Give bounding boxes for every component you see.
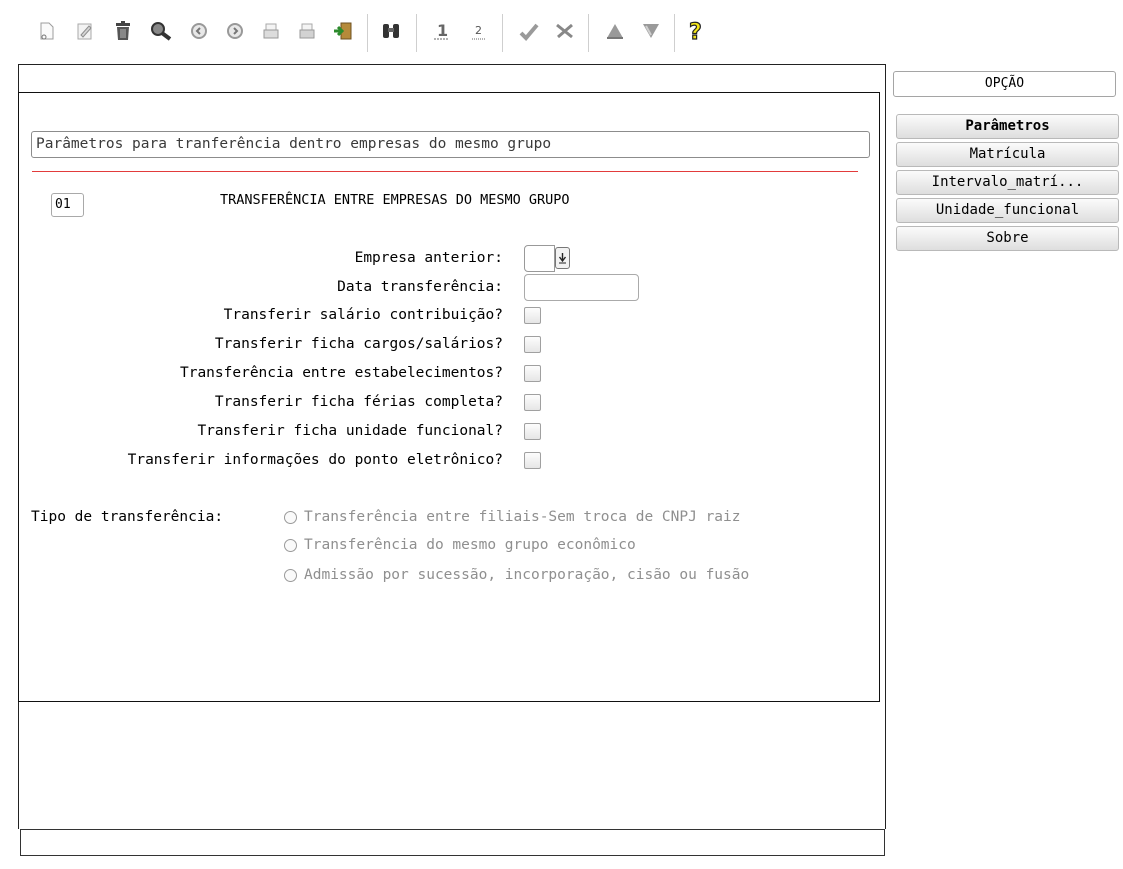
- salario-contribuicao-checkbox[interactable]: [524, 307, 541, 324]
- digit-one-icon[interactable]: 1: [426, 16, 456, 46]
- radio-label: Transferência entre filiais-Sem troca de…: [304, 509, 741, 525]
- triangle-up-icon[interactable]: [600, 16, 630, 46]
- sobre-button[interactable]: Sobre: [896, 226, 1119, 251]
- intervalo-matricula-button[interactable]: Intervalo_matrí...: [896, 170, 1119, 195]
- check-label: Transferir salário contribuição?: [223, 307, 503, 323]
- matricula-button[interactable]: Matrícula: [896, 142, 1119, 167]
- print-icon[interactable]: [256, 16, 286, 46]
- divider: [32, 171, 858, 172]
- radio-button[interactable]: [284, 568, 297, 582]
- radio-option[interactable]: Transferência entre filiais-Sem troca de…: [284, 507, 741, 527]
- frame-right-line: [885, 64, 886, 829]
- unidade-funcional-checkbox[interactable]: [524, 423, 541, 440]
- empresa-dropdown-button[interactable]: [555, 247, 570, 269]
- svg-text:2: 2: [475, 24, 482, 37]
- data-transferencia-label: Data transferência:: [337, 279, 503, 295]
- ferias-completa-checkbox[interactable]: [524, 394, 541, 411]
- binoculars-icon[interactable]: [376, 16, 406, 46]
- ficha-cargos-checkbox[interactable]: [524, 336, 541, 353]
- radio-button[interactable]: [284, 538, 297, 552]
- digit-two-icon[interactable]: 2: [464, 16, 494, 46]
- svg-text:1: 1: [437, 21, 448, 40]
- radio-label: Transferência do mesmo grupo econômico: [304, 537, 636, 553]
- section-title: TRANSFERÊNCIA ENTRE EMPRESAS DO MESMO GR…: [220, 192, 570, 208]
- next-icon[interactable]: [220, 16, 250, 46]
- radio-label: Admissão por sucessão, incorporação, cis…: [304, 567, 750, 583]
- tools-icon[interactable]: [550, 16, 580, 46]
- check-label: Transferir ficha férias completa?: [214, 394, 503, 410]
- check-label: Transferir informações do ponto eletrôni…: [127, 452, 503, 468]
- svg-text:?: ?: [689, 20, 702, 44]
- empresa-anterior-input[interactable]: [524, 245, 555, 272]
- tipo-transferencia-label: Tipo de transferência:: [31, 509, 224, 525]
- radio-option[interactable]: Transferência do mesmo grupo econômico: [284, 535, 636, 555]
- status-bar: [20, 829, 885, 856]
- empresa-anterior-label: Empresa anterior:: [354, 250, 503, 266]
- parametros-button[interactable]: Parâmetros: [896, 114, 1119, 139]
- check-label: Transferir ficha cargos/salários?: [214, 336, 503, 352]
- trash-icon[interactable]: [108, 16, 138, 46]
- print-setup-icon[interactable]: [292, 16, 322, 46]
- search-icon[interactable]: [146, 16, 176, 46]
- section-code: 01: [51, 193, 84, 217]
- exit-icon[interactable]: [328, 16, 358, 46]
- help-icon[interactable]: ?: [682, 16, 712, 46]
- check-label: Transferência entre estabelecimentos?: [179, 365, 503, 381]
- prev-icon[interactable]: [184, 16, 214, 46]
- toolbar: 1 2 ?: [24, 12, 884, 52]
- ponto-eletronico-checkbox[interactable]: [524, 452, 541, 469]
- edit-icon[interactable]: [70, 16, 100, 46]
- estabelecimentos-checkbox[interactable]: [524, 365, 541, 382]
- unidade-funcional-button[interactable]: Unidade_funcional: [896, 198, 1119, 223]
- frame-top-line: [18, 64, 886, 65]
- radio-option[interactable]: Admissão por sucessão, incorporação, cis…: [284, 565, 749, 585]
- data-transferencia-input[interactable]: [524, 274, 639, 301]
- filter-icon[interactable]: [636, 16, 666, 46]
- form-title: Parâmetros para tranferência dentro empr…: [31, 131, 870, 158]
- check-label: Transferir ficha unidade funcional?: [197, 423, 503, 439]
- new-icon[interactable]: [32, 16, 62, 46]
- check-icon[interactable]: [514, 16, 544, 46]
- arrow-down-icon: [558, 253, 567, 264]
- opcao-header: OPÇÃO: [893, 71, 1116, 97]
- radio-button[interactable]: [284, 510, 297, 524]
